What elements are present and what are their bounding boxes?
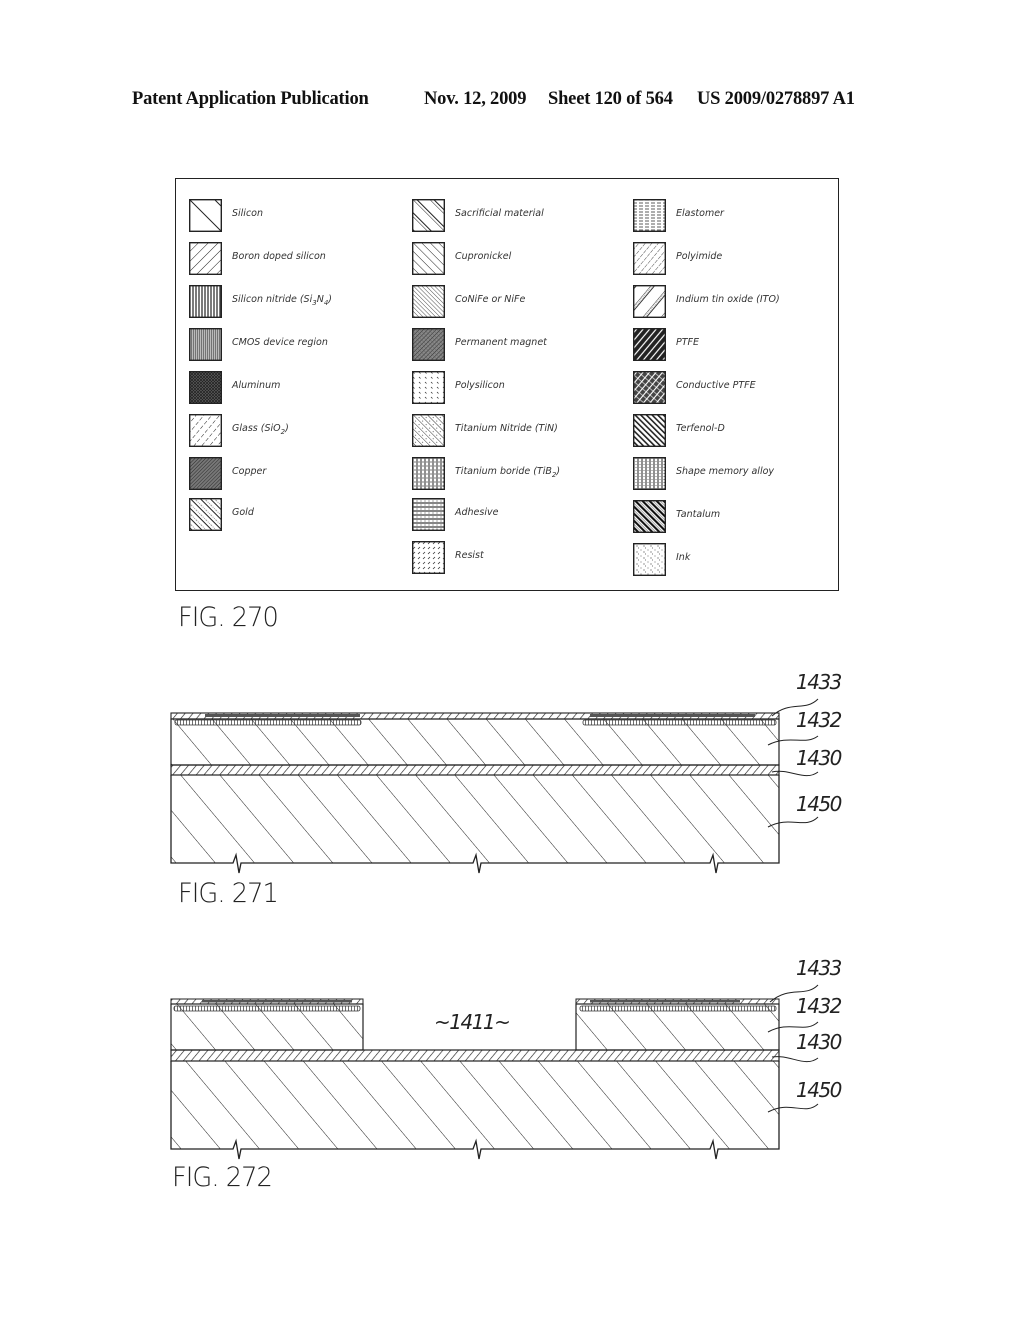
fig272-left-cmos — [173, 1005, 361, 1012]
fig272-ref-1433: 1433 — [796, 956, 842, 980]
fig272-right-metal — [590, 1000, 740, 1003]
fig272-cross-section — [170, 984, 819, 1160]
fig272-layer-1430 — [170, 1049, 780, 1062]
fig272-opening-ref-1411: ~1411~ — [434, 1010, 511, 1034]
fig272-ref-1450: 1450 — [796, 1078, 842, 1102]
fig272-substrate — [171, 1061, 779, 1149]
fig272-right-cmos — [579, 1005, 777, 1012]
fig272-label: FIG. 272 — [172, 1162, 273, 1193]
fig272-ref-1432: 1432 — [796, 994, 842, 1018]
fig272-left-metal — [202, 1000, 352, 1003]
fig272-ref-1430: 1430 — [796, 1030, 842, 1054]
